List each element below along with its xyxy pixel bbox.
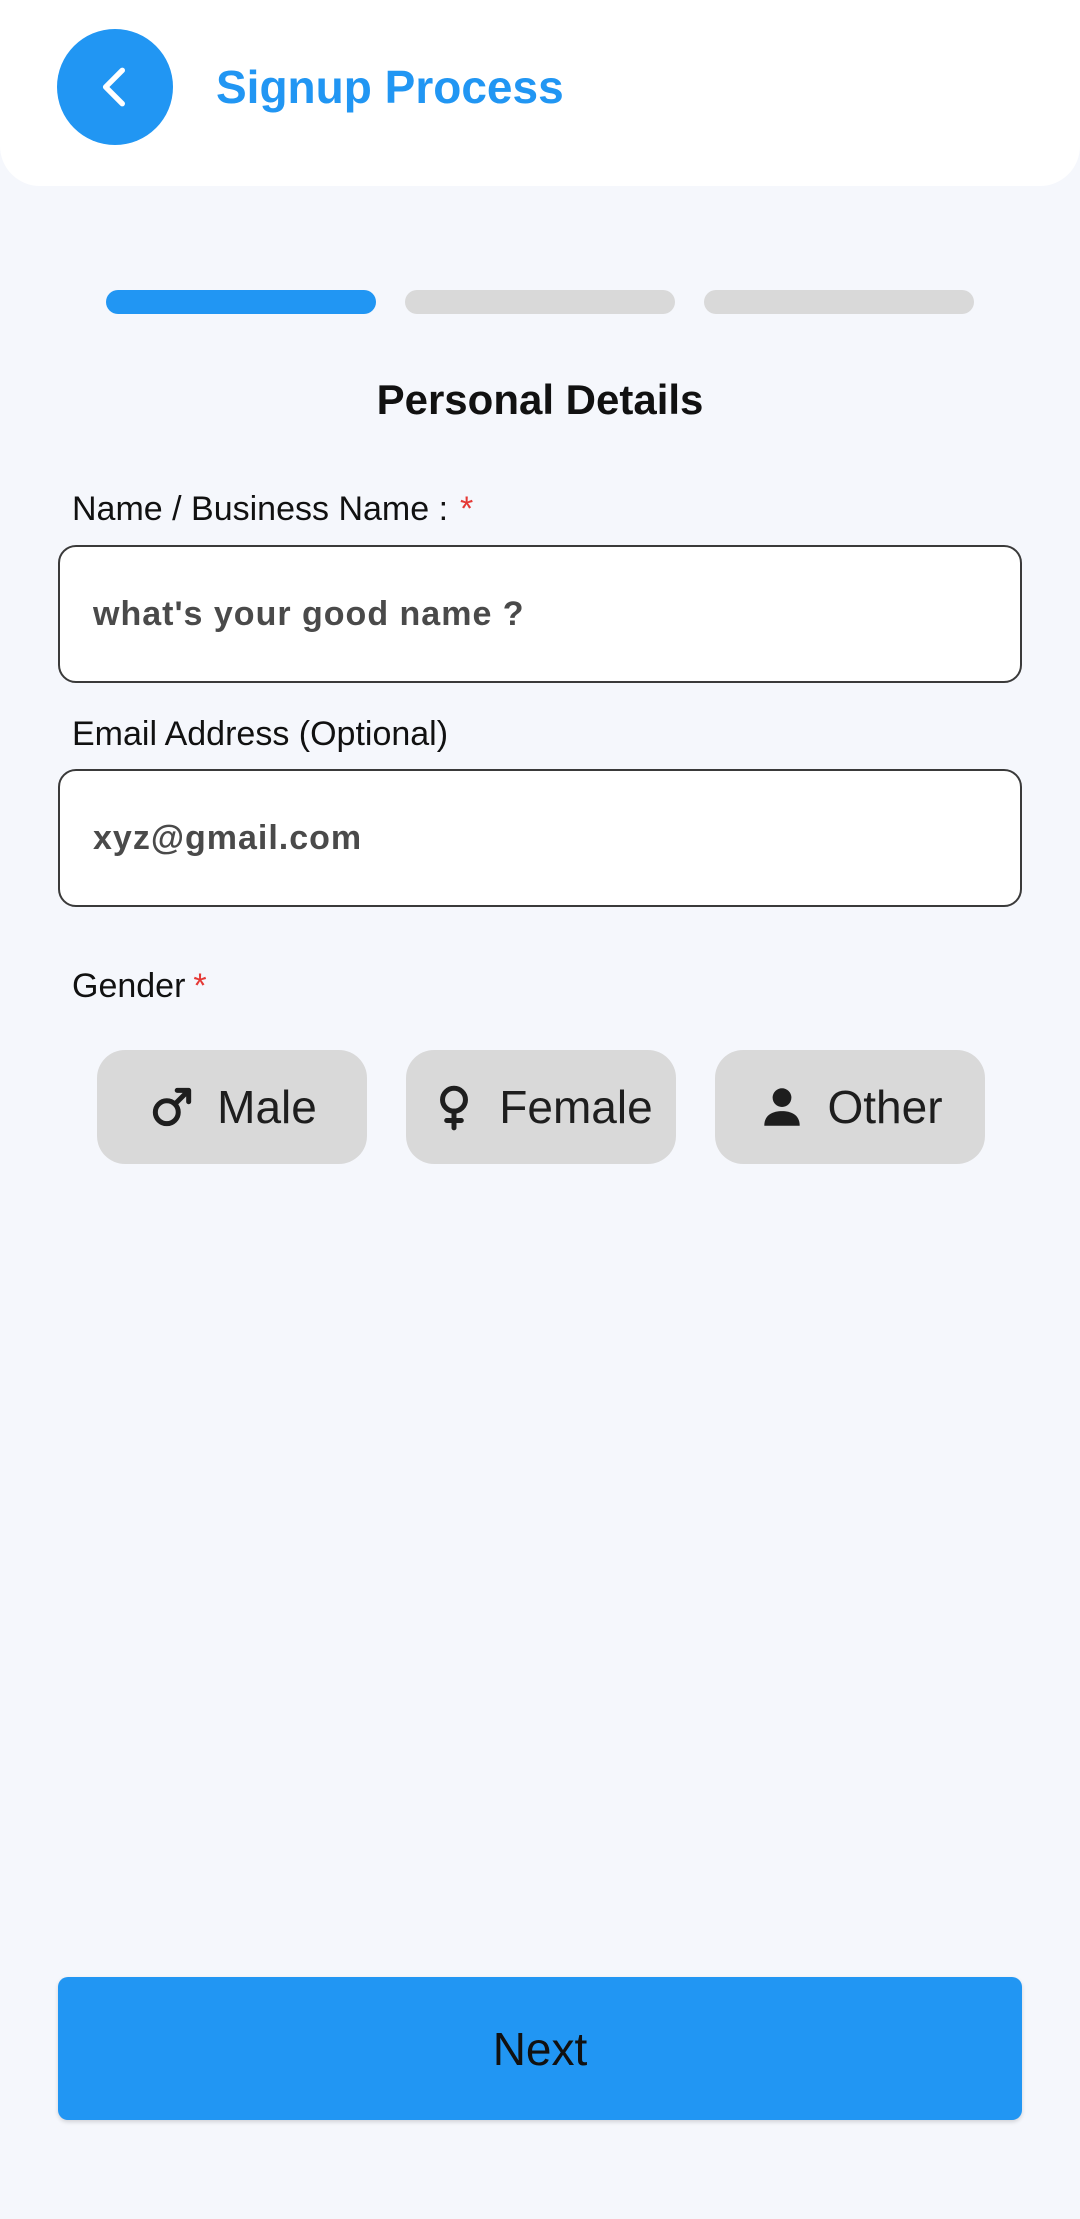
person-icon bbox=[764, 1088, 801, 1126]
progress-step-2 bbox=[405, 290, 675, 314]
back-button[interactable] bbox=[57, 29, 173, 145]
gender-option-label: Other bbox=[827, 1081, 943, 1133]
required-asterisk: * bbox=[460, 490, 474, 528]
gender-option-label: Female bbox=[499, 1081, 653, 1133]
chevron-left-icon bbox=[102, 67, 125, 107]
male-icon bbox=[152, 1087, 192, 1127]
app-header: Signup Process bbox=[0, 0, 1080, 186]
progress-step-3 bbox=[704, 290, 974, 314]
next-button[interactable]: Next bbox=[58, 1977, 1022, 2120]
email-field bbox=[58, 769, 1022, 907]
gender-option-female[interactable]: Female bbox=[406, 1050, 676, 1164]
female-icon bbox=[440, 1085, 469, 1131]
progress-step-1 bbox=[106, 290, 376, 314]
required-asterisk: * bbox=[193, 967, 207, 1005]
gender-option-male[interactable]: Male bbox=[97, 1050, 367, 1164]
email-input[interactable] bbox=[93, 818, 1020, 858]
page-title: Signup Process bbox=[216, 61, 564, 113]
gender-label-text: Gender bbox=[72, 967, 186, 1005]
section-title: Personal Details bbox=[376, 376, 704, 423]
signup-page: Signup Process Personal Details Name / B… bbox=[0, 0, 1080, 2219]
name-input[interactable] bbox=[93, 594, 1020, 634]
email-field-label: Email Address (Optional) bbox=[72, 712, 448, 756]
name-field-label: Name / Business Name : * bbox=[72, 487, 473, 531]
email-label-text: Email Address (Optional) bbox=[72, 715, 449, 753]
gender-field-label: Gender * bbox=[72, 964, 207, 1008]
gender-option-label: Male bbox=[217, 1081, 317, 1133]
progress-steps bbox=[106, 290, 974, 314]
name-label-text: Name / Business Name : bbox=[72, 490, 449, 528]
next-button-label: Next bbox=[492, 2022, 588, 2075]
name-field bbox=[58, 545, 1022, 683]
gender-option-other[interactable]: Other bbox=[715, 1050, 985, 1164]
gender-options: Male Female Other bbox=[97, 1050, 985, 1164]
